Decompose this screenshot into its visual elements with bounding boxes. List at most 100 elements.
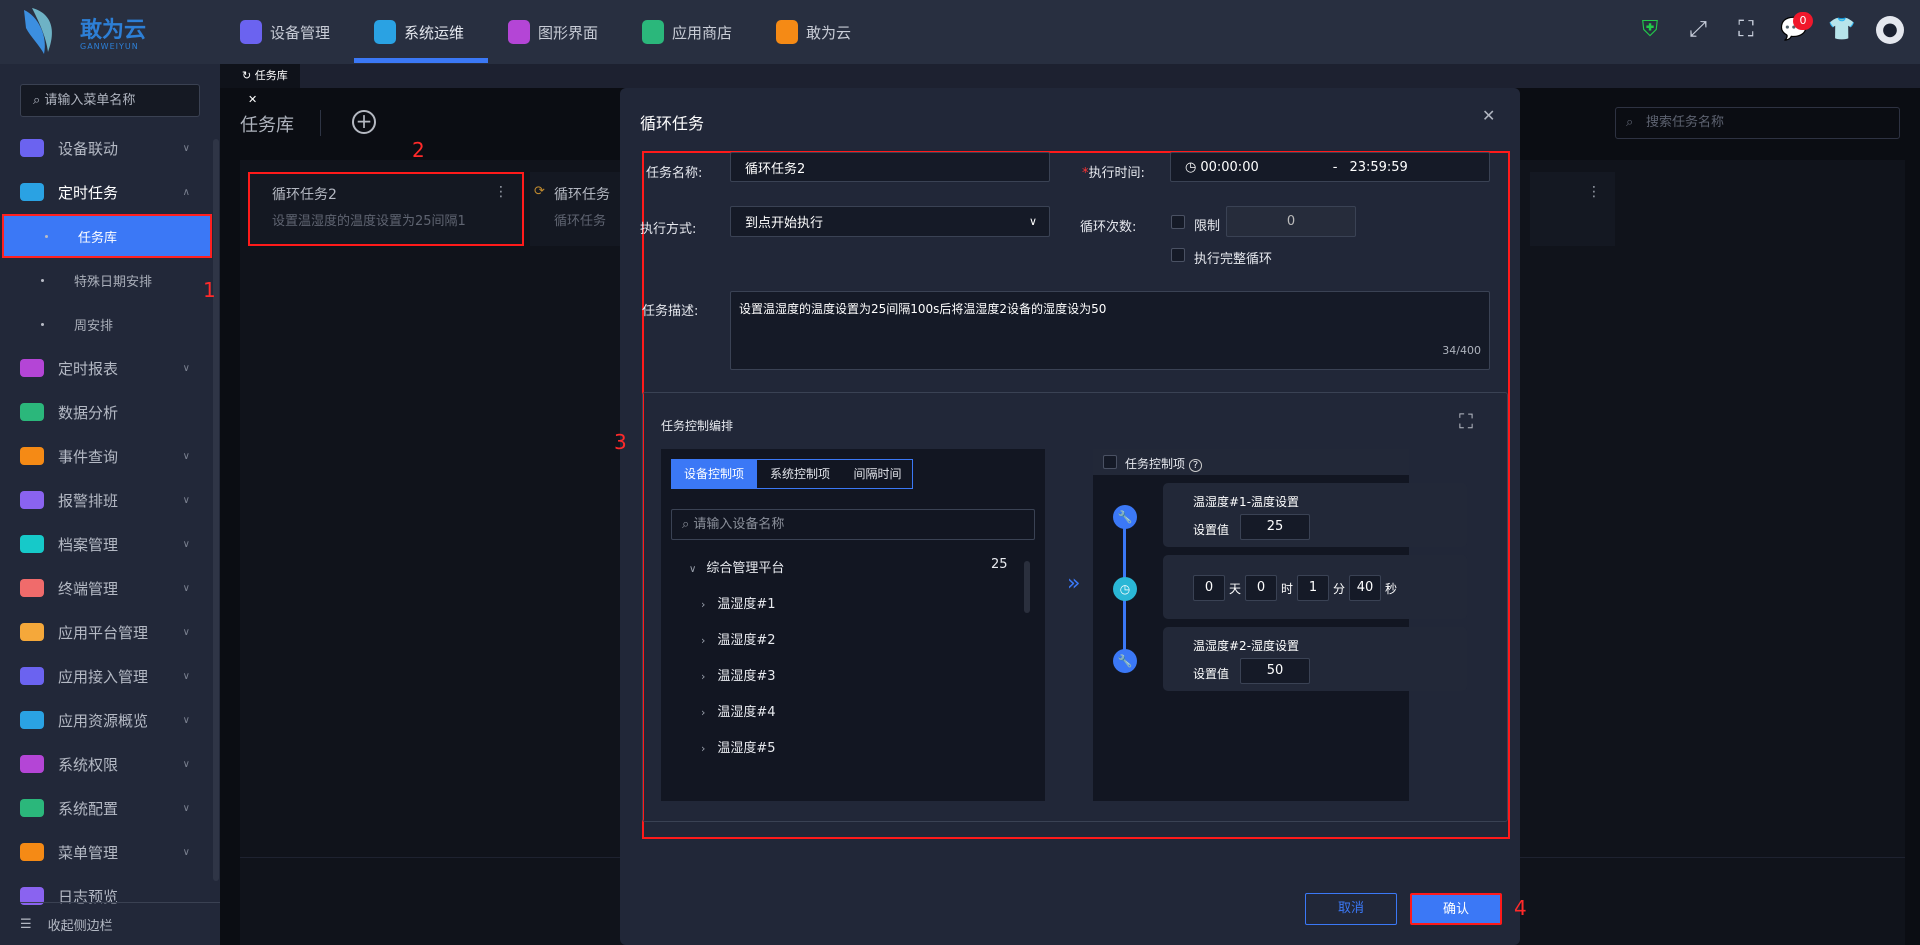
- device-icon: [240, 20, 262, 44]
- tree-item[interactable]: › 温湿度#2: [701, 629, 776, 648]
- step-card-device-2[interactable]: 温湿度#2-湿度设置 设置值 50: [1163, 627, 1467, 691]
- sidebar-item[interactable]: 定时报表 ∨: [0, 346, 212, 390]
- task-name-input[interactable]: 循环任务2: [730, 152, 1050, 182]
- menu-search-input[interactable]: ⌕ 请输入菜单名称: [20, 84, 200, 117]
- more-icon[interactable]: ⋮: [1587, 184, 1601, 200]
- sidebar-scrollbar[interactable]: [213, 139, 219, 881]
- sidebar-item[interactable]: 事件查询 ∨: [0, 434, 212, 478]
- limit-count-input[interactable]: 0: [1226, 206, 1356, 237]
- minutes-input[interactable]: 1: [1297, 575, 1329, 601]
- cancel-button[interactable]: 取消: [1305, 893, 1397, 925]
- exec-mode-select[interactable]: 到点开始执行 ∨: [730, 206, 1050, 237]
- days-input[interactable]: 0: [1193, 575, 1225, 601]
- sidebar-item[interactable]: 终端管理 ∨: [0, 566, 212, 610]
- tab-system-control[interactable]: 系统控制项: [757, 459, 843, 489]
- set-value-input[interactable]: 50: [1240, 658, 1310, 684]
- add-task-button[interactable]: +: [352, 110, 376, 134]
- time-separator: -: [1332, 159, 1338, 175]
- chevron-down-icon: ∨: [182, 714, 190, 726]
- task-desc-label: 任务描述:: [642, 304, 699, 319]
- nav-label: 设备管理: [270, 23, 331, 42]
- limit-checkbox[interactable]: [1171, 215, 1185, 229]
- sidebar-item[interactable]: 档案管理 ∨: [0, 522, 212, 566]
- nav-system-ops[interactable]: 系统运维: [374, 16, 464, 48]
- sidebar-item[interactable]: 系统权限 ∨: [0, 742, 212, 786]
- menu-icon: [20, 755, 44, 773]
- tab-label: 任务库: [254, 69, 288, 82]
- nav-device-management[interactable]: 设备管理: [240, 16, 330, 48]
- sidebar-subitem-label: 任务库: [78, 230, 118, 246]
- task-card[interactable]: ⋮: [1530, 172, 1615, 246]
- confirm-button[interactable]: 确认: [1410, 893, 1502, 925]
- tab-task-library[interactable]: ↻ 任务库 ✕: [220, 64, 300, 106]
- close-icon[interactable]: ✕: [1482, 106, 1495, 125]
- menu-icon: [20, 623, 44, 641]
- task-card[interactable]: ⟳ 循环任务 循环任务: [530, 172, 630, 246]
- sidebar-item[interactable]: 报警排班 ∨: [0, 478, 212, 522]
- menu-icon: [20, 711, 44, 729]
- avatar[interactable]: ●: [1876, 16, 1904, 44]
- task-desc: 循环任务: [554, 214, 607, 229]
- theme-shirt-icon[interactable]: 👕: [1828, 16, 1856, 44]
- chevron-right-icon: ›: [701, 634, 706, 647]
- seconds-input[interactable]: 40: [1349, 575, 1381, 601]
- tree-scrollbar[interactable]: [1024, 561, 1030, 613]
- sidebar-item[interactable]: 定时任务 ∧: [0, 170, 212, 214]
- set-value-input[interactable]: 25: [1240, 514, 1310, 540]
- refresh-icon[interactable]: ↻: [242, 69, 251, 82]
- sidebar-item-label: 设备联动: [58, 139, 119, 158]
- control-header-label: 任务控制项 ?: [1125, 455, 1203, 472]
- sidebar-item[interactable]: 设备联动 ∨: [0, 126, 212, 170]
- task-desc-textarea[interactable]: 设置温湿度的温度设置为25间隔100s后将温湿度2设备的湿度设为50 34/400: [730, 291, 1490, 370]
- hours-input[interactable]: 0: [1245, 575, 1277, 601]
- sidebar-item-label: 系统权限: [58, 755, 119, 774]
- sidebar-subitem[interactable]: 任务库: [2, 214, 212, 258]
- sidebar-item-label: 应用接入管理: [58, 667, 149, 686]
- full-loop-checkbox[interactable]: [1171, 248, 1185, 262]
- sidebar-item-label: 终端管理: [58, 579, 119, 598]
- exec-time-range-input[interactable]: ◷ 00:00:00 -23:59:59: [1170, 152, 1490, 182]
- loop-count-label: 循环次数:: [1080, 220, 1137, 235]
- device-search-input[interactable]: ⌕ 请输入设备名称: [671, 509, 1035, 540]
- sidebar-item[interactable]: 系统配置 ∨: [0, 786, 212, 830]
- tree-item[interactable]: › 温湿度#5: [701, 737, 776, 756]
- sidebar-item[interactable]: 菜单管理 ∨: [0, 830, 212, 874]
- shield-check-icon[interactable]: ⛨: [1636, 16, 1664, 44]
- search-icon: ⌕: [682, 517, 690, 532]
- tree-item[interactable]: › 温湿度#3: [701, 665, 776, 684]
- notification-badge: 0: [1793, 12, 1813, 30]
- nav-graphic-ui[interactable]: 图形界面: [508, 16, 598, 48]
- select-all-checkbox[interactable]: [1103, 455, 1117, 469]
- chevron-down-icon: ∨: [182, 626, 190, 638]
- search-icon: ⌕: [1626, 115, 1634, 130]
- collapse-sidebar-button[interactable]: ☰ 收起侧边栏: [20, 902, 220, 945]
- tab-interval-time[interactable]: 间隔时间: [843, 459, 913, 489]
- tab-device-control[interactable]: 设备控制项: [671, 459, 757, 489]
- control-header: 任务控制项 ?: [1093, 449, 1409, 475]
- fullscreen-icon[interactable]: ⛶: [1459, 409, 1473, 433]
- sidebar-item[interactable]: 应用资源概览 ∨: [0, 698, 212, 742]
- expand-icon[interactable]: ⤢: [1684, 16, 1712, 44]
- step-card-interval[interactable]: 0 天 0 时 1 分 40 秒: [1163, 555, 1467, 619]
- sidebar-subitem[interactable]: 特殊日期安排: [0, 258, 212, 302]
- sidebar-item[interactable]: 应用平台管理 ∨: [0, 610, 212, 654]
- bullet-icon: [45, 234, 48, 238]
- fullscreen-icon[interactable]: ⛶: [1732, 16, 1760, 44]
- step-card-device-1[interactable]: 温湿度#1-温度设置 设置值 25: [1163, 483, 1467, 547]
- tree-item[interactable]: › 温湿度#1: [701, 593, 776, 612]
- tree-item-label: 温湿度#3: [717, 669, 776, 684]
- sidebar-item[interactable]: 数据分析: [0, 390, 212, 434]
- task-search-input[interactable]: ⌕ 搜索任务名称: [1615, 107, 1900, 139]
- sidebar-subitem[interactable]: 周安排: [0, 302, 212, 346]
- help-icon[interactable]: ?: [1188, 459, 1203, 472]
- transfer-arrow-icon[interactable]: »: [1067, 571, 1080, 596]
- tree-item[interactable]: › 温湿度#4: [701, 701, 776, 720]
- clock-node-icon: ◷: [1113, 577, 1137, 601]
- nav-ganweiyun[interactable]: 敢为云: [776, 16, 851, 48]
- desc-text: 设置温湿度的温度设置为25间隔100s后将温湿度2设备的湿度设为50: [739, 302, 1107, 316]
- tree-root[interactable]: ∨ 综合管理平台: [689, 557, 784, 576]
- sidebar-item-label: 定时报表: [58, 359, 119, 378]
- sidebar-item[interactable]: 应用接入管理 ∨: [0, 654, 212, 698]
- nav-app-store[interactable]: 应用商店: [642, 16, 732, 48]
- sidebar-item-label: 应用平台管理: [58, 623, 149, 642]
